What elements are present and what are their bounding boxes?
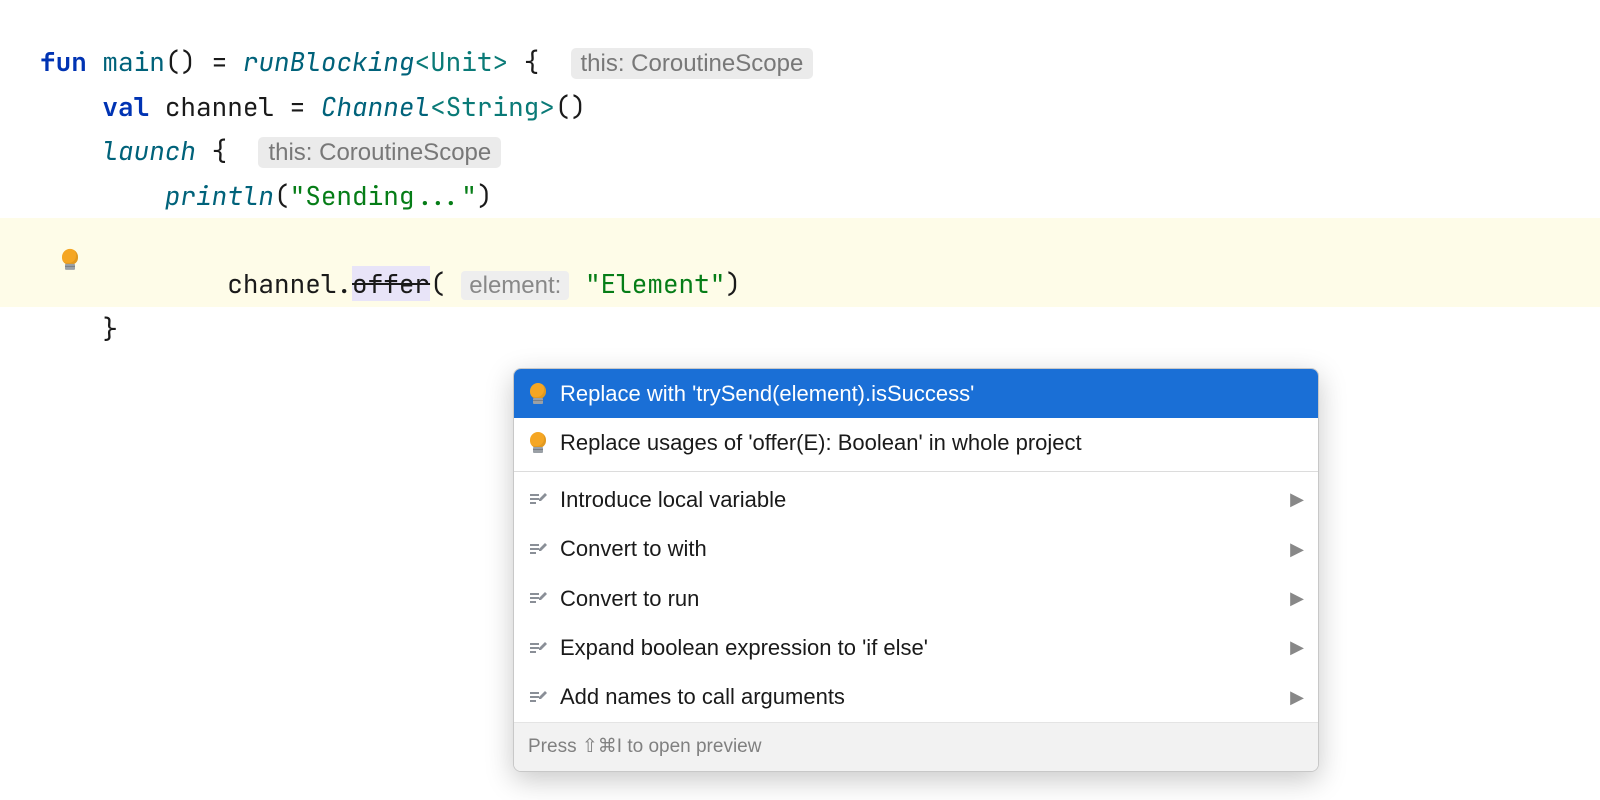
code-line-1[interactable]: fun main() = runBlocking<Unit> { this: C… xyxy=(0,40,1600,85)
keyword-fun: fun xyxy=(40,44,87,79)
brace-close: } xyxy=(102,311,118,346)
call-println: println xyxy=(165,178,274,213)
chevron-right-icon: ▶ xyxy=(1290,484,1304,515)
string-literal: "Sending..." xyxy=(290,178,477,213)
code-line-5-highlighted[interactable]: channel.offer( element: "Element") xyxy=(0,218,1600,307)
function-name: main xyxy=(102,44,164,79)
edit-icon xyxy=(528,687,548,707)
code-line-3[interactable]: launch { this: CoroutineScope xyxy=(0,129,1600,174)
identifier: channel xyxy=(165,89,274,124)
intention-action-label: Convert to with xyxy=(560,530,707,567)
intention-bulb-icon[interactable] xyxy=(60,240,80,284)
constructor-call: Channel xyxy=(321,89,430,124)
lparen: ( xyxy=(274,178,290,213)
type-param: <String> xyxy=(430,89,555,124)
intention-action-label: Replace with 'trySend(element).isSuccess… xyxy=(560,375,974,412)
intention-action-label: Convert to run xyxy=(560,580,699,617)
chevron-right-icon: ▶ xyxy=(1290,583,1304,614)
inlay-hint: this: CoroutineScope xyxy=(258,137,501,168)
intention-action-item[interactable]: Convert to with ▶ xyxy=(514,524,1318,573)
intention-action-item[interactable]: Introduce local variable ▶ xyxy=(514,475,1318,524)
call-runblocking: runBlocking xyxy=(243,44,415,79)
intention-action-item[interactable]: Replace with 'trySend(element).isSuccess… xyxy=(514,369,1318,418)
code-line-4[interactable]: println("Sending...") xyxy=(0,174,1600,218)
intention-action-item[interactable]: Convert to run ▶ xyxy=(514,574,1318,623)
intention-action-label: Expand boolean expression to 'if else' xyxy=(560,629,928,666)
edit-icon xyxy=(528,588,548,608)
edit-icon xyxy=(528,638,548,658)
rparen: ) xyxy=(725,266,741,301)
lightbulb-icon xyxy=(528,432,548,454)
intention-action-item[interactable]: Add names to call arguments ▶ xyxy=(514,672,1318,721)
popup-separator xyxy=(514,471,1318,472)
parens: () xyxy=(165,44,196,79)
keyword-val: val xyxy=(102,89,149,124)
identifier: channel xyxy=(227,266,336,301)
intention-action-label: Replace usages of 'offer(E): Boolean' in… xyxy=(560,424,1082,461)
chevron-right-icon: ▶ xyxy=(1290,682,1304,713)
code-editor[interactable]: fun main() = runBlocking<Unit> { this: C… xyxy=(0,0,1600,351)
brace-open: { xyxy=(524,44,540,79)
popup-footer-hint: Press ⇧⌘I to open preview xyxy=(514,722,1318,771)
type-param: <Unit> xyxy=(414,44,508,79)
call-launch: launch xyxy=(102,133,196,168)
edit-icon xyxy=(528,489,548,509)
rparen: ) xyxy=(477,178,493,213)
equals-op: = xyxy=(290,89,306,124)
parameter-hint: element: xyxy=(461,271,569,300)
intention-action-label: Add names to call arguments xyxy=(560,678,845,715)
code-line-6[interactable]: } xyxy=(0,307,1600,351)
deprecated-method: offer xyxy=(352,266,430,301)
dot: . xyxy=(336,266,352,301)
equals-op: = xyxy=(212,44,228,79)
brace-open: { xyxy=(212,133,228,168)
chevron-right-icon: ▶ xyxy=(1290,534,1304,565)
lightbulb-icon xyxy=(528,383,548,405)
parens: () xyxy=(555,89,586,124)
chevron-right-icon: ▶ xyxy=(1290,632,1304,663)
lparen: ( xyxy=(430,266,446,301)
edit-icon xyxy=(528,539,548,559)
intention-actions-popup[interactable]: Replace with 'trySend(element).isSuccess… xyxy=(513,368,1319,772)
intention-action-label: Introduce local variable xyxy=(560,481,786,518)
intention-action-item[interactable]: Replace usages of 'offer(E): Boolean' in… xyxy=(514,418,1318,467)
inlay-hint: this: CoroutineScope xyxy=(571,48,814,79)
code-line-2[interactable]: val channel = Channel<String>() xyxy=(0,85,1600,129)
string-literal: "Element" xyxy=(585,266,725,301)
intention-action-item[interactable]: Expand boolean expression to 'if else' ▶ xyxy=(514,623,1318,672)
